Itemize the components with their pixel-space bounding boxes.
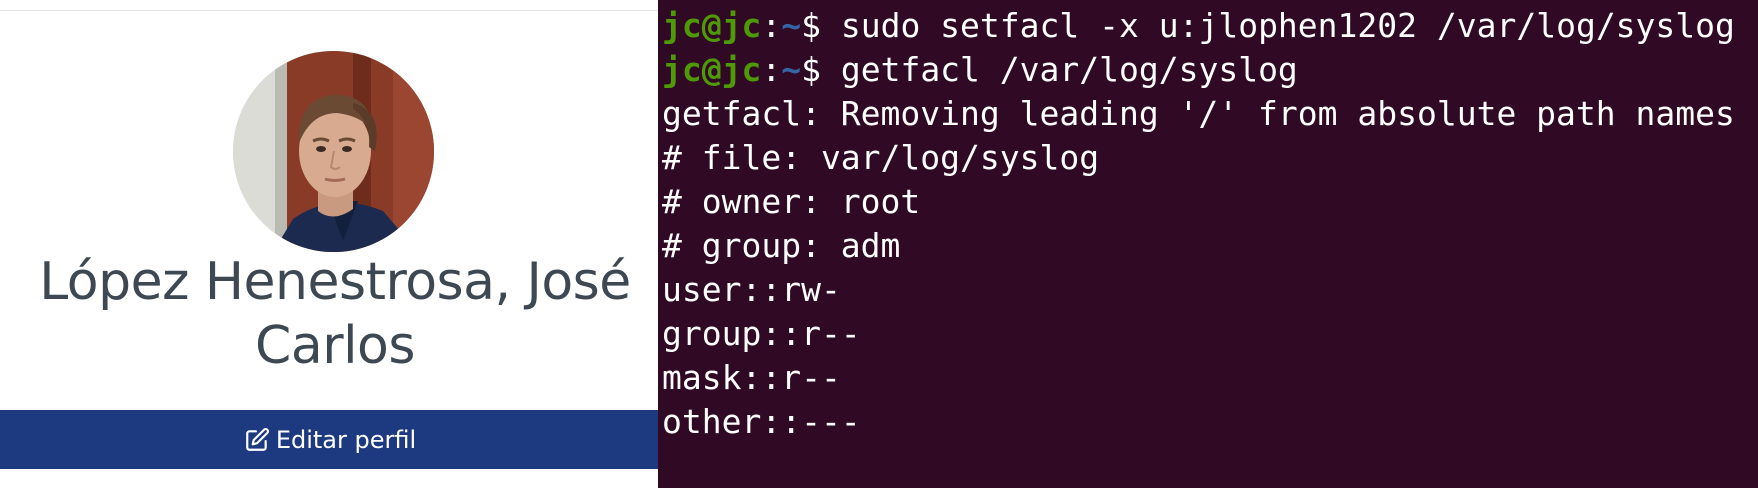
command-text: sudo setfacl -x u:jlophen1202 /var/log/s… xyxy=(840,6,1735,45)
profile-name-line2: Carlos xyxy=(255,316,415,376)
avatar xyxy=(233,51,434,252)
terminal-window[interactable]: jc@jc:~$ sudo setfacl -x u:jlophen1202 /… xyxy=(658,0,1758,488)
command-line: jc@jc:~$ getfacl /var/log/syslog xyxy=(662,48,1735,92)
prompt-dollar: $ xyxy=(801,6,841,45)
prompt-path: ~ xyxy=(781,50,802,89)
screenshot-root: López Henestrosa, José Carlos Editar per… xyxy=(0,0,1758,488)
command-text: getfacl /var/log/syslog xyxy=(840,50,1298,89)
output-line: other::--- xyxy=(662,402,861,441)
output-line: group::r-- xyxy=(662,314,861,353)
prompt-user-host: jc@jc xyxy=(662,50,762,89)
output-line: getfacl: Removing leading '/' from absol… xyxy=(662,94,1735,133)
edit-profile-label: Editar perfil xyxy=(275,425,417,454)
profile-panel: López Henestrosa, José Carlos Editar per… xyxy=(0,0,660,488)
prompt-dollar: $ xyxy=(801,50,841,89)
profile-name-line1: López Henestrosa, José xyxy=(39,252,631,312)
command-line: jc@jc:~$ sudo setfacl -x u:jlophen1202 /… xyxy=(662,4,1735,48)
output-line: # owner: root xyxy=(662,182,921,221)
output-line: # file: var/log/syslog xyxy=(662,138,1100,177)
prompt-user-host: jc@jc xyxy=(662,6,762,45)
edit-icon xyxy=(244,427,270,453)
terminal-output: jc@jc:~$ sudo setfacl -x u:jlophen1202 /… xyxy=(662,4,1735,444)
output-line: # group: adm xyxy=(662,226,901,265)
edit-profile-button[interactable]: Editar perfil xyxy=(0,410,660,469)
divider xyxy=(0,10,660,11)
output-line: user::rw- xyxy=(662,270,841,309)
prompt-colon: : xyxy=(761,50,782,89)
prompt-colon: : xyxy=(761,6,782,45)
prompt-path: ~ xyxy=(781,6,802,45)
profile-name: López Henestrosa, José Carlos xyxy=(10,250,660,378)
output-line: mask::r-- xyxy=(662,358,841,397)
